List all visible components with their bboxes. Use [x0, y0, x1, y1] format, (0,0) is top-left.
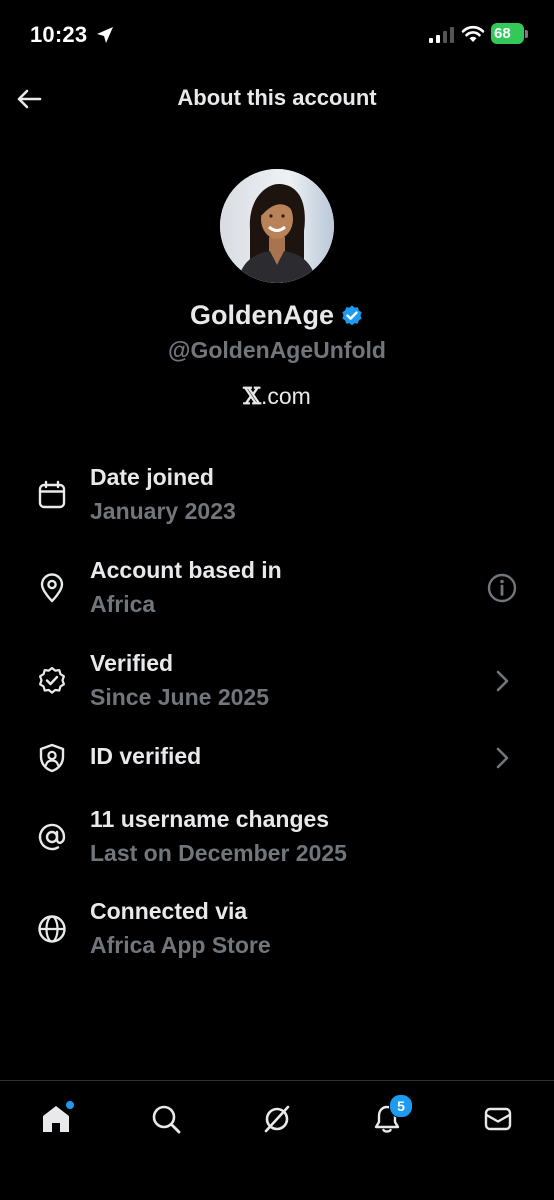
website-link[interactable]: 𝕏.com: [0, 383, 554, 410]
x-logo-mark: 𝕏: [243, 383, 261, 410]
info-subtitle: Africa: [90, 591, 156, 617]
info-row-connected-via: Connected via Africa App Store: [0, 896, 554, 966]
info-subtitle: Last on December 2025: [90, 840, 347, 866]
info-row-id-verified[interactable]: ID verified: [0, 728, 554, 798]
search-icon: [152, 1105, 181, 1134]
info-subtitle: January 2023: [90, 498, 236, 524]
chevron-right-icon: [496, 747, 509, 769]
id-shield-icon: [39, 743, 65, 773]
info-subtitle: Africa App Store: [90, 932, 271, 958]
avatar[interactable]: [220, 169, 334, 283]
info-subtitle: Since June 2025: [90, 684, 269, 710]
page-title: About this account: [177, 85, 377, 110]
info-icon[interactable]: [486, 572, 518, 604]
status-time: 10:23: [30, 22, 88, 47]
info-title: 11 username changes: [90, 806, 330, 832]
battery-cap: [525, 30, 528, 38]
location-pin-icon: [40, 573, 64, 603]
nav-search[interactable]: [146, 1099, 186, 1139]
globe-icon: [38, 915, 66, 943]
nav-notifications[interactable]: 5: [367, 1094, 413, 1139]
grok-icon: [264, 1105, 290, 1133]
verified-badge-icon: [342, 305, 362, 325]
battery-level: 68: [494, 25, 511, 42]
at-sign-icon: [38, 823, 66, 851]
location-arrow-icon: [97, 27, 113, 43]
notification-count-badge: 5: [389, 1094, 413, 1118]
status-bar: 10:23 68: [0, 0, 554, 68]
calendar-icon: [38, 480, 66, 509]
info-row-account-based: Account based in Africa: [0, 555, 554, 625]
nav-home[interactable]: [36, 1099, 76, 1139]
wifi-icon: [461, 25, 485, 42]
profile-photo: [220, 169, 334, 283]
verified-seal-icon: [39, 666, 65, 694]
handle: @GoldenAgeUnfold: [168, 337, 386, 363]
info-title: Date joined: [90, 464, 214, 490]
nav-grok[interactable]: [257, 1099, 297, 1139]
bottom-nav: 5: [0, 1080, 554, 1200]
info-row-username-changes: 11 username changes Last on December 202…: [0, 804, 554, 874]
info-row-verified[interactable]: Verified Since June 2025: [0, 648, 554, 718]
battery-indicator: 68: [491, 23, 524, 44]
info-title: Connected via: [90, 898, 248, 924]
mail-icon: [484, 1107, 512, 1131]
nav-messages[interactable]: [478, 1099, 518, 1139]
chevron-right-icon: [496, 670, 509, 692]
info-title: Account based in: [90, 557, 282, 583]
info-title: ID verified: [90, 743, 202, 769]
home-unread-dot: [66, 1101, 74, 1109]
display-name: GoldenAge: [189, 300, 334, 330]
display-name-row: GoldenAge: [0, 300, 554, 331]
cellular-signal-icon: [429, 27, 454, 43]
info-row-date-joined: Date joined January 2023: [0, 462, 554, 532]
header: About this account: [0, 72, 554, 126]
website-suffix: .com: [261, 383, 311, 409]
info-title: Verified: [90, 650, 174, 676]
